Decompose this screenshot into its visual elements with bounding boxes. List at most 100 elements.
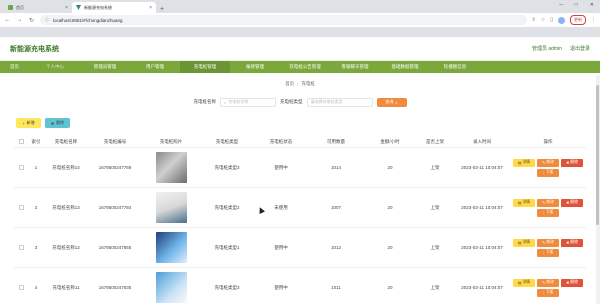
table-row[interactable]: 1 充电桩名称14 1678500247769 充电桩类型3 使用中 1014 … [14,148,586,188]
col-header: 充电桩状态 [269,138,293,144]
unshelf-label: 下架 [545,250,554,254]
cell-type: 充电桩类型3 [214,284,240,290]
detail-button[interactable]: ▤ 详情 [513,198,535,207]
batch-delete-button[interactable]: ✖ 删除 [45,118,70,128]
nav-item-chargers[interactable]: 充电桩管理 [180,61,230,73]
charger-photo[interactable] [155,271,187,303]
name-filter-input[interactable]: ⌕ 充电桩名称 [220,97,276,107]
nav-item-profile[interactable]: 个人中心 [30,61,80,73]
charger-photo[interactable] [155,191,187,223]
edit-button[interactable]: ✎ 修改 [537,238,559,247]
user-box: 管理员 admin 退出登录 [532,45,590,52]
row-checkbox[interactable] [14,244,28,251]
unshelf-button[interactable]: ↓ 下架 [537,288,559,297]
sidebar-icon[interactable]: ▯ [550,17,553,23]
col-header: 充电桩类型 [215,138,239,144]
nav-item-basedata[interactable]: 基础数据管理 [380,61,430,73]
delete-button[interactable]: ✖ 删除 [561,158,583,167]
cell-type: 充电桩类型1 [214,244,240,250]
nav-item-admin[interactable]: 管理员管理 [80,61,130,73]
cell-index: 1 [34,165,38,170]
cell-photo [142,151,200,184]
detail-label: 详情 [522,240,531,244]
delete-button[interactable]: ✖ 删除 [561,198,583,207]
close-tab-icon[interactable]: × [65,5,68,11]
site-favicon-icon [76,5,81,10]
nav-item-carousel[interactable]: 轮播图信息 [430,61,480,73]
down-icon: ↓ [542,290,545,295]
select-all-checkbox[interactable] [14,138,28,145]
page-scrollbar[interactable] [596,75,600,304]
nav-item-users[interactable]: 用户管理 [130,61,180,73]
detail-button[interactable]: ▤ 详情 [513,238,535,247]
browser-tab-home[interactable]: 首页 × [4,2,72,13]
unshelf-button[interactable]: ↓ 下架 [537,208,559,217]
scrollbar-thumb[interactable] [596,85,599,225]
edit-icon: ✎ [542,201,546,205]
charger-table: 索引 充电桩名称 充电桩编号 充电桩照片 充电桩类型 充电桩状态 可用数量 金额… [14,136,586,304]
edit-button[interactable]: ✎ 修改 [537,278,559,287]
col-header: 金额/小时 [380,138,400,144]
back-icon[interactable]: ← [4,17,11,23]
unshelf-button[interactable]: ↓ 下架 [537,248,559,257]
row-checkbox[interactable] [14,284,28,291]
nav-label: 用户管理 [146,64,164,69]
minimize-icon[interactable]: ─ [559,2,563,8]
cell-status: 使用中 [274,164,288,170]
tab-title: 首页 [16,4,24,10]
close-tab-icon[interactable]: × [149,5,152,11]
maximize-icon[interactable]: □ [575,2,578,8]
address-bar[interactable]: ⓘ localhost:8081/#/chongdianzhuang [40,15,527,25]
forward-icon[interactable]: → [16,17,23,23]
col-header: 索引 [31,138,41,144]
reload-icon[interactable]: ↻ [28,17,35,24]
window-controls: ─ □ ✕ [559,2,594,8]
cell-time: 2023-03-11 10:04:07 [461,164,503,170]
nav-item-notices[interactable]: 充电桩公告管理 [280,61,330,73]
update-button[interactable]: 更新 [570,15,586,25]
menu-dots-icon[interactable]: ⋮ [591,17,596,23]
logout-link[interactable]: 退出登录 [570,45,590,52]
cell-code: 1678500247835 [98,285,132,290]
share-icon[interactable]: ⇪ [532,17,536,23]
cell-shelf: 上架 [430,204,440,210]
new-tab-button[interactable]: + [156,6,168,13]
cell-ops: ▤ 详情 ✎ 修改 ✖ 删除 ↓ 下架 [510,238,586,257]
edit-button[interactable]: ✎ 修改 [537,198,559,207]
toolbar-icons: ⇪ ☆ ▯ 更新 ⋮ [532,15,596,25]
profile-avatar[interactable] [558,16,565,24]
row-checkbox[interactable] [14,164,28,171]
detail-button[interactable]: ▤ 详情 [513,158,535,167]
nav-item-repairs[interactable]: 报修管理 [230,61,280,73]
browser-tab-active[interactable]: 新能源充电系统 × [72,2,156,13]
detail-button[interactable]: ▤ 详情 [513,278,535,287]
charger-photo[interactable] [155,151,187,183]
close-window-icon[interactable]: ✕ [590,2,594,8]
delete-button[interactable]: ✖ 删除 [561,278,583,287]
unshelf-button[interactable]: ↓ 下架 [537,168,559,177]
search-button[interactable]: 查询 ⌕ [376,97,407,107]
nav-item-chat[interactable]: 客服聊天管理 [330,61,380,73]
edit-button[interactable]: ✎ 修改 [537,158,559,167]
type-filter-placeholder: 请选择充电桩类型 [310,99,343,104]
table-header: 索引 充电桩名称 充电桩编号 充电桩照片 充电桩类型 充电桩状态 可用数量 金额… [14,136,586,148]
info-icon[interactable]: ⓘ [45,17,49,23]
cell-shelf: 上架 [430,284,440,290]
cell-status: 使用中 [274,244,288,250]
browser-chrome: 首页 × 新能源充电系统 × + ─ □ ✕ ← → ↻ ⓘ localhost… [0,0,600,37]
type-filter-select[interactable]: 请选择充电桩类型 [306,97,373,107]
col-header: 操作 [543,138,553,144]
detail-icon: ▤ [517,161,522,165]
nav-item-home[interactable]: 首页 [10,61,30,73]
table-row[interactable]: 2 充电桩名称13 1678500247784 充电桩类型2 未使用 1007 … [14,188,586,228]
breadcrumb-home[interactable]: 首页 [285,81,294,87]
delete-button[interactable]: ✖ 删除 [561,238,583,247]
cell-index: 3 [34,245,38,250]
row-checkbox[interactable] [14,204,28,211]
bookmark-star-icon[interactable]: ☆ [541,17,545,23]
table-row[interactable]: 3 充电桩名称12 1678500247855 充电桩类型1 使用中 1012 … [14,228,586,268]
charger-photo[interactable] [155,231,187,263]
table-row[interactable]: 4 充电桩名称11 1678500247835 充电桩类型3 使用中 1011 … [14,268,586,304]
detail-label: 详情 [522,200,531,204]
add-button[interactable]: + 新增 [16,118,41,128]
